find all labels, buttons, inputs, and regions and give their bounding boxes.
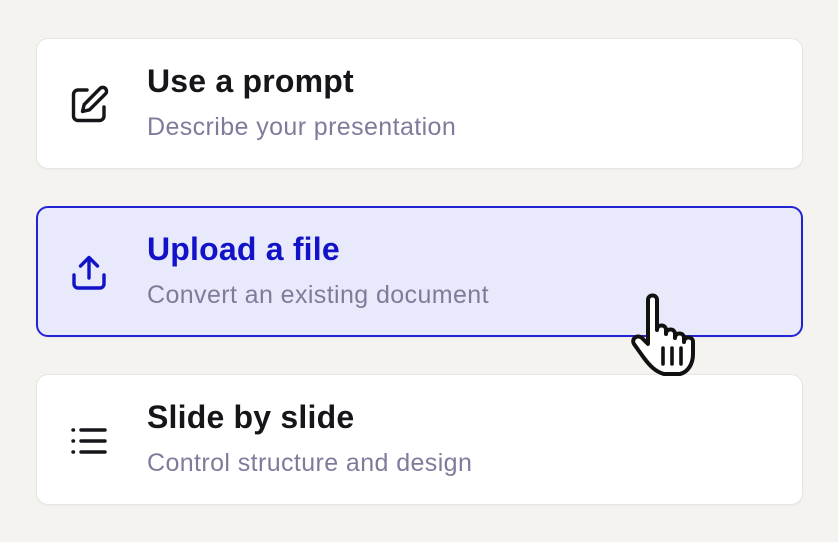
edit-icon [67,83,111,127]
option-use-a-prompt[interactable]: Use a prompt Describe your presentation [36,38,803,169]
option-description: Control structure and design [147,449,473,477]
option-slide-by-slide[interactable]: Slide by slide Control structure and des… [36,374,803,505]
option-title: Slide by slide [147,399,355,435]
option-description: Convert an existing document [147,281,489,309]
creation-options: Use a prompt Describe your presentation … [36,38,803,542]
option-upload-a-file[interactable]: Upload a file Convert an existing docume… [36,206,803,337]
upload-icon [67,251,111,295]
option-title: Use a prompt [147,63,354,99]
list-icon [67,419,111,463]
option-title: Upload a file [147,231,340,267]
option-description: Describe your presentation [147,113,457,141]
